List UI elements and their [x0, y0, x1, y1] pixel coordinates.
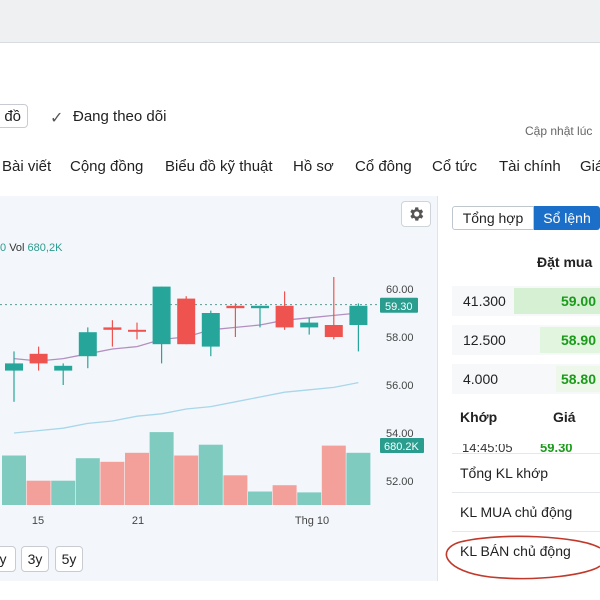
follow-button[interactable]: Đang theo dõi — [73, 108, 166, 125]
bid-price[interactable]: 58.80 — [556, 366, 600, 392]
volume-bar — [346, 452, 371, 505]
candle-body — [324, 325, 343, 337]
tab-summary[interactable]: Tổng hợp — [452, 206, 534, 230]
price-tick: 52.00 — [386, 476, 414, 488]
candle-body — [226, 305, 245, 309]
nav-item-financials[interactable]: Tài chính — [499, 158, 561, 175]
x-axis-label: Thg 10 — [295, 515, 329, 527]
last-price-label: 59.30 — [385, 301, 413, 313]
match-price: 59.30 — [540, 444, 573, 452]
volume-bar — [100, 461, 125, 505]
candle-body — [201, 313, 220, 347]
range-button-1y[interactable]: y — [0, 546, 16, 572]
volume-bar — [321, 445, 346, 505]
nav-item-tech-chart[interactable]: Biểu đồ kỹ thuật — [165, 158, 273, 175]
ma-long-line — [13, 381, 359, 434]
candle-body — [177, 298, 196, 345]
nav-item-price[interactable]: Giá — [580, 158, 600, 175]
last-volume-label: 680.2K — [384, 441, 420, 453]
chart-footer — [0, 581, 437, 600]
volume-bar — [51, 480, 76, 505]
candle-body — [152, 286, 171, 345]
volume-bar — [125, 452, 149, 505]
volume-bar — [26, 480, 51, 505]
range-button-3y[interactable]: 3y — [21, 546, 49, 572]
volume-bar — [248, 491, 272, 505]
volume-bar — [223, 475, 248, 505]
price-tick: 60.00 — [386, 284, 414, 296]
stat-total-volume[interactable]: Tổng KL khớp — [452, 453, 600, 491]
candle-body — [349, 305, 368, 325]
price-tick: 56.00 — [386, 380, 414, 392]
bid-volume: 4.000 — [463, 371, 499, 387]
volume-bar — [149, 432, 174, 505]
top-bar — [0, 0, 600, 43]
nav-item-community[interactable]: Cộng đồng — [70, 158, 143, 175]
nav-item-posts[interactable]: Bài viết — [2, 158, 51, 175]
candle-body — [29, 353, 48, 364]
updated-label: Cập nhật lúc — [525, 124, 593, 138]
match-time: 14:45:05 — [462, 444, 513, 452]
chart-button[interactable]: đồ — [0, 104, 28, 128]
x-axis-label: 15 — [32, 515, 44, 527]
x-axis-label: 21 — [132, 515, 144, 527]
nav-item-shareholders[interactable]: Cổ đông — [355, 158, 412, 175]
volume-bar — [2, 455, 26, 505]
candle-body — [5, 363, 23, 371]
candle-body — [251, 305, 269, 309]
candle-body — [300, 322, 319, 328]
stat-buy-active[interactable]: KL MUA chủ động — [452, 492, 600, 530]
check-icon: ✓ — [50, 110, 64, 127]
bid-volume: 41.300 — [463, 293, 506, 309]
bid-volume: 12.500 — [463, 332, 506, 348]
bid-price[interactable]: 59.00 — [514, 288, 600, 314]
nav-item-dividends[interactable]: Cổ tức — [432, 158, 477, 175]
bid-price[interactable]: 58.90 — [540, 327, 600, 353]
volume-bar — [297, 492, 322, 505]
candlestick-chart[interactable]: 60.0058.0056.0054.0052.0059.30680.2K15 21… — [0, 196, 437, 536]
candle-body — [275, 305, 294, 328]
price-tick: 58.00 — [386, 332, 414, 344]
volume-bar — [272, 485, 297, 505]
price-header: Giá — [553, 409, 576, 425]
volume-bar — [174, 455, 199, 505]
candle-body — [128, 329, 146, 332]
tab-orderbook[interactable]: Sổ lệnh — [534, 206, 600, 230]
candle-body — [103, 327, 122, 330]
range-button-5y[interactable]: 5y — [55, 546, 83, 572]
candle-body — [54, 365, 73, 371]
candle-body — [78, 332, 97, 357]
bid-header: Đặt mua — [537, 254, 593, 270]
volume-bar — [198, 444, 223, 505]
volume-bar — [75, 458, 100, 505]
match-header: Khớp — [460, 409, 498, 425]
nav-item-profile[interactable]: Hồ sơ — [293, 158, 334, 175]
annotation-ellipse — [445, 535, 600, 580]
